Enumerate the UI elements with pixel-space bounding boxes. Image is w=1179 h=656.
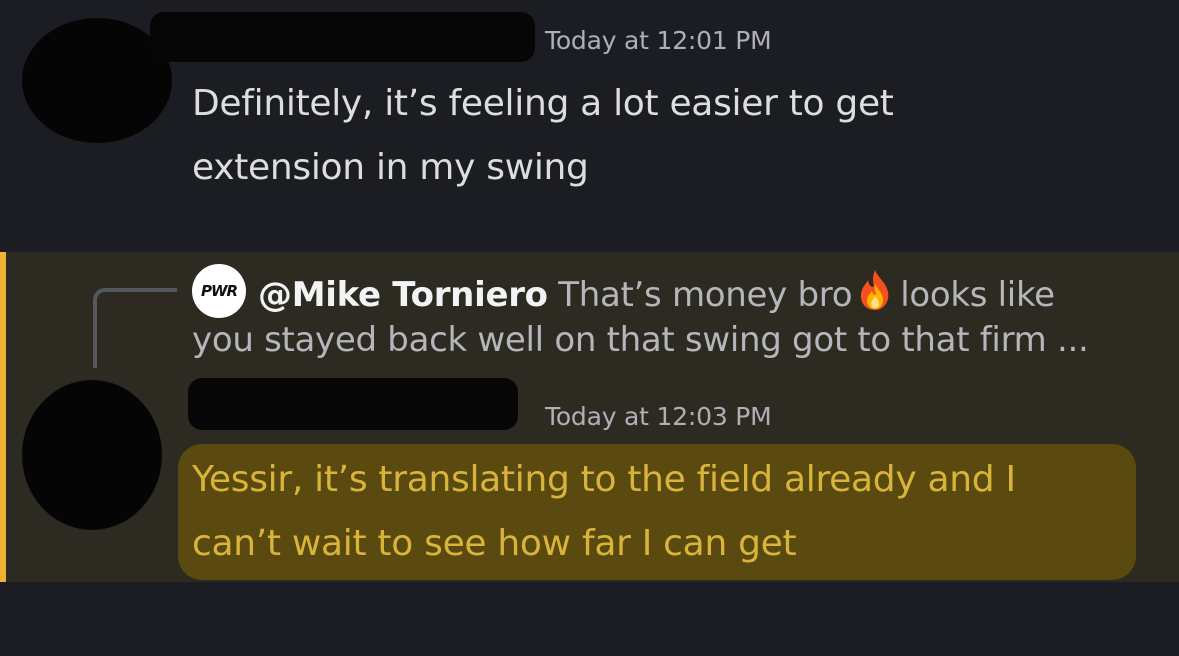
empty-chat-area xyxy=(0,582,1179,656)
username-redacted[interactable] xyxy=(188,378,518,430)
username-redacted[interactable] xyxy=(150,12,535,62)
message-text-line: extension in my swing xyxy=(192,147,589,188)
reply-preview-line-2[interactable]: you stayed back well on that swing got t… xyxy=(192,320,1089,360)
message-2-mention[interactable]: PWR @Mike Torniero That’s money bro look… xyxy=(0,252,1179,582)
avatar-redacted[interactable] xyxy=(22,380,162,530)
reply-author[interactable]: @Mike Torniero xyxy=(258,275,548,315)
fire-icon xyxy=(861,270,889,310)
message-timestamp: Today at 12:01 PM xyxy=(545,26,772,55)
message-1[interactable]: Today at 12:01 PM Definitely, it’s feeli… xyxy=(0,0,1179,252)
message-text-line: can’t wait to see how far I can get xyxy=(192,523,797,564)
message-timestamp: Today at 12:03 PM xyxy=(545,402,772,431)
reply-preview-text: looks like xyxy=(900,275,1055,315)
chat-view: Today at 12:01 PM Definitely, it’s feeli… xyxy=(0,0,1179,656)
pwr-avatar-icon[interactable]: PWR xyxy=(192,264,246,318)
message-text-line: Definitely, it’s feeling a lot easier to… xyxy=(192,83,894,124)
mention-indicator-bar xyxy=(0,252,6,582)
reply-preview-text: That’s money bro xyxy=(558,275,853,315)
message-text-line: Yessir, it’s translating to the field al… xyxy=(192,459,1016,500)
reply-preview-line-1[interactable]: @Mike Torniero That’s money bro looks li… xyxy=(258,268,1055,315)
reply-spine xyxy=(93,288,177,368)
